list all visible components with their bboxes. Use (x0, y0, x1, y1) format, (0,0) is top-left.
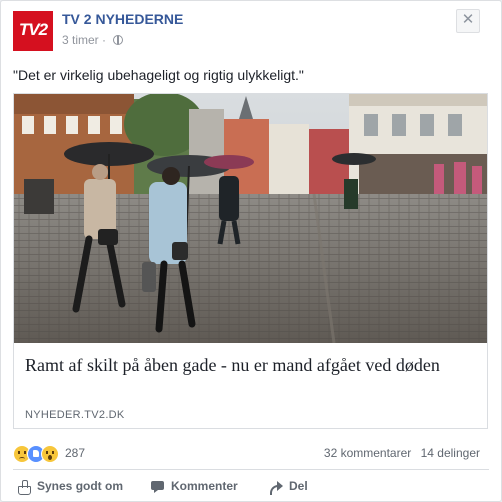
article-title[interactable]: Ramt af skilt på åben gade - nu er mand … (25, 353, 475, 377)
article-photo-illustration (14, 94, 487, 343)
post-actions: Synes godt om Kommenter Del (13, 471, 489, 501)
share-arrow-icon (269, 480, 283, 495)
facebook-post: TV2 TV 2 NYHEDERNE 3 timer · ✕ "Det er v… (0, 0, 502, 502)
link-preview-card[interactable]: Ramt af skilt på åben gade - nu er mand … (13, 93, 488, 429)
thumbs-up-icon (17, 479, 31, 495)
share-button-label: Del (289, 479, 308, 493)
tv2-logo[interactable]: TV2 (13, 11, 53, 51)
tv2-logo-text: TV2 (18, 20, 48, 39)
article-photo[interactable] (14, 94, 487, 343)
like-button-label: Synes godt om (37, 479, 124, 493)
comment-button[interactable]: Kommenter (151, 471, 238, 501)
actions-divider (13, 469, 489, 470)
meta-separator: · (102, 33, 107, 47)
post-header: TV2 TV 2 NYHEDERNE 3 timer · ✕ (13, 9, 483, 53)
post-meta: 3 timer · (62, 33, 124, 47)
share-count-link[interactable]: 14 delinger (421, 446, 480, 460)
like-button[interactable]: Synes godt om (17, 471, 123, 501)
comment-icon (151, 480, 165, 494)
post-text: "Det er virkelig ubehageligt og rigtig u… (13, 67, 304, 83)
reaction-count[interactable]: 287 (65, 446, 85, 460)
comment-button-label: Kommenter (171, 479, 238, 493)
globe-icon (113, 35, 124, 45)
article-domain: NYHEDER.TV2.DK (25, 409, 125, 421)
timestamp[interactable]: 3 timer (62, 33, 99, 47)
share-button[interactable]: Del (269, 471, 308, 501)
wow-reaction-icon (41, 445, 59, 463)
engagement-counts: 32 kommentarer 14 delinger (324, 446, 480, 460)
page-name-link[interactable]: TV 2 NYHEDERNE (62, 11, 183, 27)
comment-count-link[interactable]: 32 kommentarer (324, 446, 411, 460)
close-button[interactable]: ✕ (456, 9, 480, 33)
